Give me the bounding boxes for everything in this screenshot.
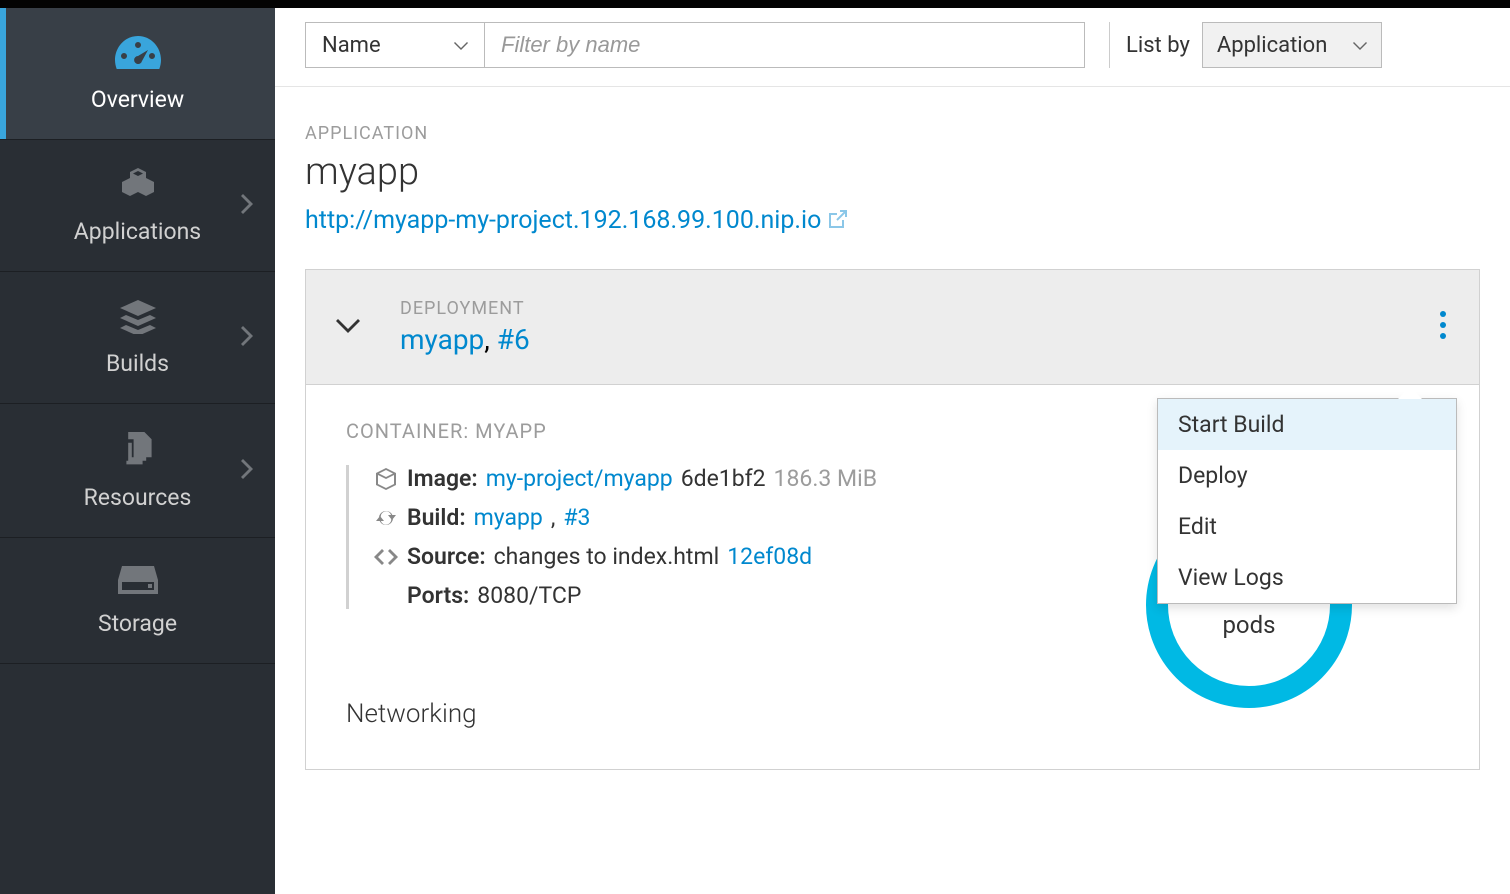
- deployment-section-label: DEPLOYMENT: [400, 298, 530, 319]
- divider: [1109, 22, 1110, 68]
- source-text: changes to index.html: [494, 543, 720, 570]
- image-link[interactable]: my-project/myapp: [486, 465, 673, 492]
- external-link-icon: [829, 206, 847, 235]
- dropdown-item-view-logs[interactable]: View Logs: [1158, 552, 1456, 603]
- content: APPLICATION myapp http://myapp-my-projec…: [275, 87, 1510, 770]
- chevron-down-icon: [454, 33, 468, 58]
- chevron-right-icon: [241, 326, 253, 350]
- deployment-revision-link[interactable]: #6: [497, 323, 530, 356]
- source-key: Source:: [407, 543, 486, 570]
- sidebar-item-builds[interactable]: Builds: [0, 272, 275, 404]
- application-name: myapp: [305, 150, 1480, 194]
- chevron-right-icon: [241, 194, 253, 218]
- image-sha: 6de1bf2: [681, 465, 766, 492]
- deployment-actions-dropdown: Start Build Deploy Edit View Logs: [1157, 398, 1457, 604]
- listby-select-label: Application: [1217, 33, 1327, 58]
- sidebar: Overview Applications Builds Resource: [0, 0, 275, 894]
- image-size: 186.3 MiB: [774, 465, 877, 492]
- deployment-card-header: DEPLOYMENT myapp, #6: [306, 270, 1479, 385]
- cubes-icon: [118, 168, 158, 206]
- sidebar-item-applications[interactable]: Applications: [0, 140, 275, 272]
- build-key: Build:: [407, 504, 466, 531]
- dropdown-item-edit[interactable]: Edit: [1158, 501, 1456, 552]
- kebab-menu-button[interactable]: [1439, 310, 1447, 344]
- deployment-title-block: DEPLOYMENT myapp, #6: [400, 298, 530, 356]
- build-revision-link[interactable]: #3: [563, 504, 590, 531]
- toolbar: Name List by Application: [275, 8, 1510, 87]
- app-root: Overview Applications Builds Resource: [0, 0, 1510, 894]
- refresh-icon: [373, 508, 399, 528]
- listby-select[interactable]: Application: [1202, 22, 1382, 68]
- dashboard-icon: [115, 36, 161, 74]
- image-icon: [373, 468, 399, 490]
- sidebar-item-label: Resources: [84, 484, 192, 511]
- sidebar-item-label: Overview: [91, 86, 184, 113]
- files-icon: [121, 432, 155, 472]
- sidebar-item-overview[interactable]: Overview: [0, 8, 275, 140]
- sidebar-item-label: Storage: [98, 610, 177, 637]
- image-key: Image:: [407, 465, 478, 492]
- filter-field-label: Name: [322, 33, 381, 58]
- application-url-link[interactable]: http://myapp-my-project.192.168.99.100.n…: [305, 206, 847, 235]
- deployment-name-link[interactable]: myapp: [400, 323, 484, 356]
- sidebar-item-label: Builds: [106, 350, 169, 377]
- collapse-toggle[interactable]: [336, 317, 360, 337]
- build-link[interactable]: myapp: [474, 504, 543, 531]
- sidebar-item-label: Applications: [74, 218, 201, 245]
- application-url-text: http://myapp-my-project.192.168.99.100.n…: [305, 206, 821, 235]
- ports-value: 8080/TCP: [477, 582, 581, 609]
- top-bar: [0, 0, 1510, 8]
- main: Name List by Application APPLICATION mya…: [275, 0, 1510, 894]
- chevron-right-icon: [241, 459, 253, 483]
- dropdown-item-deploy[interactable]: Deploy: [1158, 450, 1456, 501]
- application-section-label: APPLICATION: [305, 123, 1480, 144]
- layers-icon: [120, 300, 156, 338]
- ports-key: Ports:: [407, 582, 469, 609]
- chevron-down-icon: [1353, 33, 1367, 58]
- deployment-card: DEPLOYMENT myapp, #6 Start Build Deploy …: [305, 269, 1480, 770]
- deployment-name: myapp, #6: [400, 323, 530, 356]
- listby-label: List by: [1126, 33, 1190, 58]
- filter-field-select[interactable]: Name: [305, 22, 485, 68]
- dropdown-item-start-build[interactable]: Start Build: [1158, 399, 1456, 450]
- sidebar-item-resources[interactable]: Resources: [0, 404, 275, 538]
- source-sha-link[interactable]: 12ef08d: [727, 543, 812, 570]
- sidebar-item-storage[interactable]: Storage: [0, 538, 275, 664]
- comma: ,: [551, 504, 556, 531]
- pods-label: pods: [1139, 611, 1359, 639]
- filter-input[interactable]: [485, 22, 1085, 68]
- comma: ,: [484, 323, 496, 356]
- hdd-icon: [118, 566, 158, 598]
- code-icon: [373, 549, 399, 565]
